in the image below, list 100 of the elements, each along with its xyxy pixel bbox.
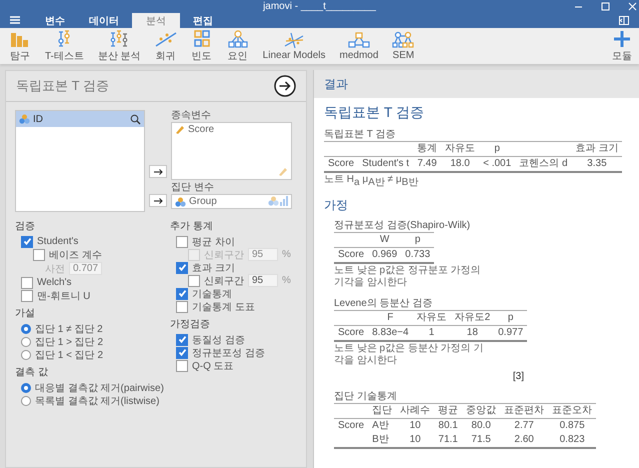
variable-name: ID xyxy=(33,114,43,124)
table-cell: 1 xyxy=(428,327,434,338)
table-cell: 18.0 xyxy=(450,158,470,169)
group-heading: 검증 xyxy=(15,220,36,234)
checkbox[interactable] xyxy=(176,346,188,358)
table-cell: Score xyxy=(338,249,364,260)
option-label: 집단 1 > 집단 2 xyxy=(35,336,104,348)
table-cell: 3.35 xyxy=(587,158,607,169)
analysis-button[interactable]: 탐구 xyxy=(6,30,34,62)
search-icon[interactable] xyxy=(130,114,141,124)
arrow-icon xyxy=(154,168,162,174)
group-heading: 가정검증 xyxy=(170,318,211,332)
option-label: 사전 xyxy=(45,262,65,276)
menu-icon[interactable] xyxy=(10,16,20,24)
analysis-button[interactable]: 요인 xyxy=(224,30,252,62)
analysis-button[interactable]: 회귀 xyxy=(152,30,180,62)
option-label: 기술통계 도표 xyxy=(192,300,255,314)
table-cell: < .001 xyxy=(483,158,512,169)
scatter-line-icon xyxy=(283,31,306,49)
analysis-button[interactable]: T-테스트 xyxy=(42,30,87,62)
analysis-button[interactable]: 빈도 xyxy=(188,30,216,62)
table-cell: 18 xyxy=(466,327,478,338)
table-cell: 0.977 xyxy=(498,327,524,338)
option-label: 효과 크기 xyxy=(192,262,235,274)
ruler-icon xyxy=(278,167,288,177)
unit-label: % xyxy=(282,275,291,286)
option-label: 집단 1 < 집단 2 xyxy=(35,348,104,362)
checkbox[interactable] xyxy=(176,334,188,346)
analysis-button[interactable]: Linear Models xyxy=(260,31,328,61)
radio-button[interactable] xyxy=(21,324,31,334)
table-cell: 2.77 xyxy=(514,420,534,431)
modules-button[interactable]: 모듈 xyxy=(609,30,635,62)
tab[interactable]: 변수 xyxy=(34,13,76,28)
checkbox[interactable] xyxy=(21,236,33,248)
column-header: 효과 크기 xyxy=(576,143,618,154)
window-title: jamovi - ____t_________ xyxy=(263,0,376,12)
tab[interactable]: 분석 xyxy=(132,13,180,28)
move-arrow-button[interactable] xyxy=(149,194,167,207)
move-arrow-button[interactable] xyxy=(149,165,167,178)
column-header: 집단 xyxy=(372,405,392,416)
radio-button[interactable] xyxy=(21,350,31,360)
column-header: p xyxy=(414,234,420,245)
column-header: 자유도 xyxy=(445,143,476,154)
analysis-button[interactable]: SEM xyxy=(389,31,418,61)
column-header: p xyxy=(494,143,500,154)
option-label: 맨-휘트니 U xyxy=(37,290,90,302)
column-header: F xyxy=(387,312,394,323)
checkbox[interactable] xyxy=(176,288,188,300)
arrow-circle-icon[interactable] xyxy=(274,75,296,97)
close-icon[interactable] xyxy=(628,2,637,11)
table-caption: 독립표본 T 검증 xyxy=(324,128,396,141)
group-heading: 결측 값 xyxy=(15,366,49,380)
checkbox[interactable] xyxy=(176,262,188,274)
table-cell: Score xyxy=(338,327,364,338)
plus-icon xyxy=(613,30,631,48)
option-label: 대응별 결측값 제거(pairwise) xyxy=(35,382,164,394)
nominal-variable-icon xyxy=(19,114,30,124)
option-label: 베이즈 계수 xyxy=(49,248,102,262)
checkbox[interactable] xyxy=(21,276,33,288)
option-label: 동질성 검증 xyxy=(192,334,245,346)
checkbox[interactable] xyxy=(176,360,188,372)
variable-name[interactable]: Score xyxy=(188,124,214,135)
column-header: 평균 xyxy=(438,405,458,416)
option-label: Student's xyxy=(37,236,78,247)
radio-button[interactable] xyxy=(21,382,31,392)
table-cell: 80.0 xyxy=(471,420,491,431)
maximize-icon[interactable] xyxy=(601,2,610,11)
checkbox[interactable] xyxy=(21,290,33,302)
table-note: 노트 낮은 p값은 등분산 가정의 기각을 암시한다 xyxy=(334,343,484,367)
input-field[interactable]: 95 xyxy=(248,274,278,287)
tab[interactable]: 편집 xyxy=(182,13,224,28)
tab[interactable]: 데이터 xyxy=(78,13,130,28)
ruler-icon xyxy=(175,124,185,134)
checkbox[interactable] xyxy=(176,300,188,312)
radio-button[interactable] xyxy=(21,336,31,346)
checkbox[interactable] xyxy=(33,248,45,260)
window-mode-icon[interactable] xyxy=(619,16,629,25)
analysis-button[interactable]: 분산 분석 xyxy=(94,30,144,62)
table-cell: A반 xyxy=(372,420,389,431)
table-cell: Score xyxy=(328,158,354,169)
column-header: 표준편차 xyxy=(504,405,544,416)
target-label: 집단 변수 xyxy=(171,182,215,194)
result-title: 독립표본 T 검증 xyxy=(324,104,426,122)
table-cell: 0.875 xyxy=(560,420,585,431)
checkbox[interactable] xyxy=(176,236,188,248)
section-heading: 가정 xyxy=(324,197,349,214)
option-label: 신뢰구간 xyxy=(204,274,244,288)
table-cell: 10 xyxy=(410,434,421,445)
variable-name[interactable]: Group xyxy=(189,196,217,207)
column-header: 사례수 xyxy=(400,405,430,416)
reference-mark: [3] xyxy=(512,371,524,382)
table-cell: 10 xyxy=(410,420,421,431)
table-note: 노트 낮은 p값은 정규분포 가정의 기각을 암시한다 xyxy=(334,265,482,289)
radio-button[interactable] xyxy=(21,396,31,406)
scatter-line-icon xyxy=(154,30,177,48)
table-cell: B반 xyxy=(372,434,389,445)
table-cell: Score xyxy=(338,420,364,431)
analysis-button[interactable]: medmod xyxy=(336,31,382,61)
variable-item[interactable]: ID xyxy=(16,111,144,127)
checkbox[interactable] xyxy=(188,274,200,286)
